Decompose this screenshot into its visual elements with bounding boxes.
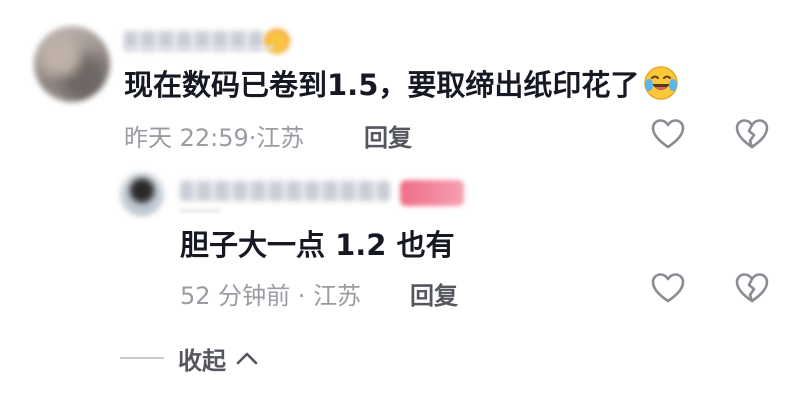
replier-name-blurred[interactable] bbox=[180, 181, 390, 201]
comment-time: 昨天 22:59 bbox=[124, 124, 249, 152]
reply-location: 江苏 bbox=[313, 282, 362, 310]
commenter-avatar[interactable] bbox=[34, 26, 110, 102]
broken-heart-icon[interactable] bbox=[734, 118, 770, 150]
rolling-on-floor-laughing-emoji bbox=[644, 66, 679, 100]
reply-time: 52 分钟前 bbox=[180, 282, 291, 310]
chevron-up-icon bbox=[236, 352, 258, 365]
comment-meta: 昨天 22:59·江苏 bbox=[124, 118, 304, 153]
blur-artifact bbox=[124, 46, 274, 49]
reply-text[interactable]: 胆子大一点 1.2 也有 bbox=[180, 222, 455, 264]
heart-icon[interactable] bbox=[650, 272, 686, 304]
heart-icon[interactable] bbox=[650, 118, 686, 150]
comment-text: 现在数码已卷到1.5，要取缔出纸印花了 bbox=[124, 68, 640, 102]
replier-avatar[interactable] bbox=[120, 172, 164, 216]
commenter-name-emoji-blurred bbox=[264, 28, 290, 54]
collapse-label: 收起 bbox=[178, 346, 226, 375]
collapse-divider bbox=[120, 357, 164, 359]
comment-text-row[interactable]: 现在数码已卷到1.5，要取缔出纸印花了 bbox=[124, 62, 679, 104]
reply-button[interactable]: 回复 bbox=[410, 276, 458, 311]
broken-heart-icon[interactable] bbox=[734, 272, 770, 304]
reply-meta: 52 分钟前 · 江苏 bbox=[180, 276, 361, 311]
replier-badge-blurred bbox=[400, 180, 464, 206]
blur-artifact bbox=[180, 209, 220, 212]
meta-separator: · bbox=[290, 282, 314, 310]
collapse-replies-button[interactable]: 收起 bbox=[120, 342, 260, 375]
reply-button[interactable]: 回复 bbox=[364, 118, 412, 153]
comment-location: 江苏 bbox=[256, 124, 305, 152]
